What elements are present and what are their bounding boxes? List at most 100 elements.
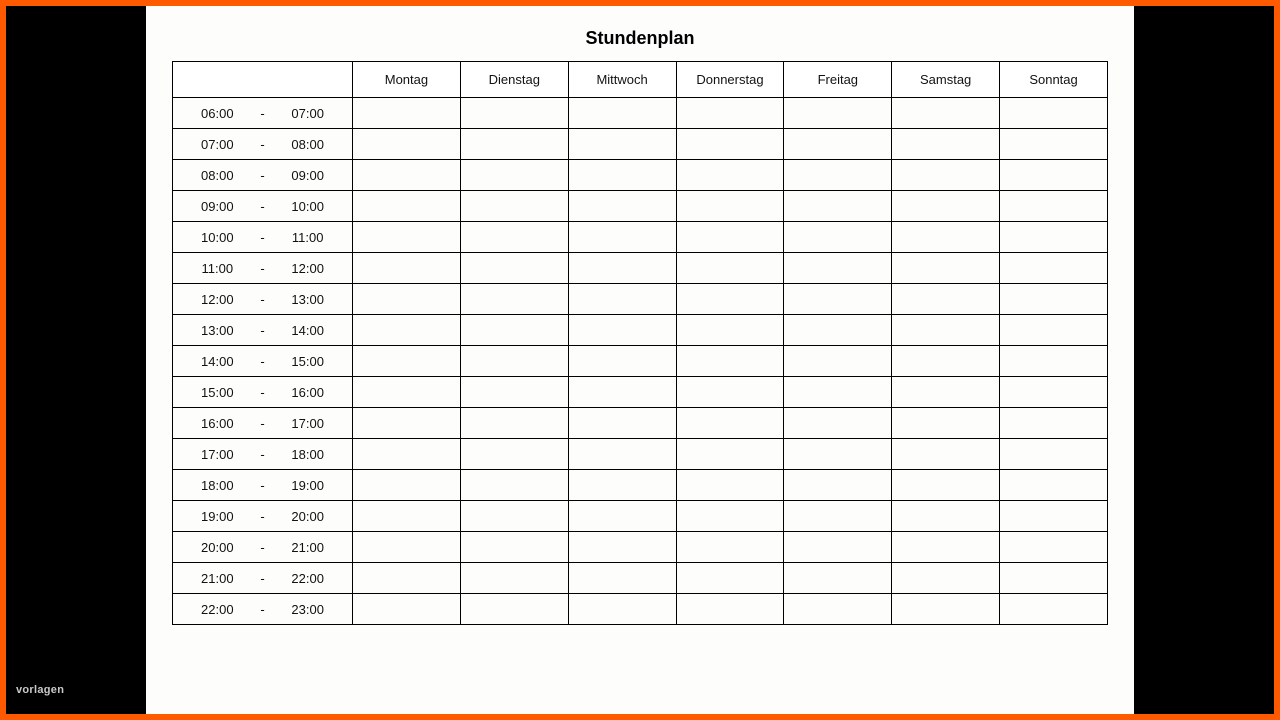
schedule-cell	[353, 594, 461, 625]
table-row: 08:00-09:00	[173, 160, 1108, 191]
table-row: 12:00-13:00	[173, 284, 1108, 315]
time-start: 09:00	[194, 199, 240, 214]
schedule-cell	[784, 346, 892, 377]
outer-frame: vorlagen Stundenplan Montag Dienstag Mit…	[0, 0, 1280, 720]
schedule-cell	[676, 253, 784, 284]
schedule-cell	[568, 532, 676, 563]
schedule-cell	[784, 315, 892, 346]
schedule-cell	[892, 284, 1000, 315]
time-separator: -	[260, 137, 264, 152]
day-header: Sonntag	[1000, 62, 1108, 98]
time-separator: -	[260, 230, 264, 245]
time-slot-cell: 20:00-21:00	[173, 532, 353, 563]
schedule-cell	[460, 253, 568, 284]
timetable: Montag Dienstag Mittwoch Donnerstag Frei…	[172, 61, 1108, 625]
time-slot-cell: 06:00-07:00	[173, 98, 353, 129]
table-row: 16:00-17:00	[173, 408, 1108, 439]
schedule-cell	[568, 377, 676, 408]
time-slot-cell: 15:00-16:00	[173, 377, 353, 408]
time-slot-cell: 07:00-08:00	[173, 129, 353, 160]
schedule-cell	[784, 284, 892, 315]
table-row: 11:00-12:00	[173, 253, 1108, 284]
schedule-cell	[460, 501, 568, 532]
table-row: 10:00-11:00	[173, 222, 1108, 253]
time-separator: -	[260, 323, 264, 338]
time-start: 07:00	[194, 137, 240, 152]
schedule-cell	[460, 129, 568, 160]
schedule-cell	[892, 98, 1000, 129]
schedule-cell	[784, 191, 892, 222]
time-separator: -	[260, 416, 264, 431]
schedule-cell	[460, 594, 568, 625]
watermark-text: vorlagen	[16, 684, 64, 696]
time-separator: -	[260, 602, 264, 617]
schedule-cell	[460, 191, 568, 222]
schedule-cell	[1000, 253, 1108, 284]
right-black-margin	[1134, 6, 1274, 714]
day-header: Donnerstag	[676, 62, 784, 98]
schedule-cell	[676, 594, 784, 625]
table-row: 09:00-10:00	[173, 191, 1108, 222]
schedule-cell	[353, 501, 461, 532]
time-start: 13:00	[194, 323, 240, 338]
time-end: 11:00	[285, 230, 331, 245]
day-header: Montag	[353, 62, 461, 98]
time-separator: -	[260, 447, 264, 462]
time-end: 20:00	[285, 509, 331, 524]
time-slot-cell: 13:00-14:00	[173, 315, 353, 346]
schedule-cell	[568, 439, 676, 470]
time-slot-cell: 10:00-11:00	[173, 222, 353, 253]
schedule-cell	[676, 222, 784, 253]
schedule-cell	[353, 439, 461, 470]
schedule-cell	[784, 501, 892, 532]
schedule-cell	[892, 408, 1000, 439]
time-separator: -	[260, 540, 264, 555]
schedule-cell	[353, 129, 461, 160]
time-slot-cell: 16:00-17:00	[173, 408, 353, 439]
time-start: 11:00	[194, 261, 240, 276]
schedule-cell	[676, 315, 784, 346]
day-header: Freitag	[784, 62, 892, 98]
time-start: 06:00	[194, 106, 240, 121]
schedule-cell	[784, 439, 892, 470]
schedule-cell	[892, 470, 1000, 501]
schedule-cell	[1000, 98, 1108, 129]
time-end: 13:00	[285, 292, 331, 307]
time-start: 22:00	[194, 602, 240, 617]
schedule-cell	[676, 129, 784, 160]
schedule-cell	[460, 98, 568, 129]
table-row: 13:00-14:00	[173, 315, 1108, 346]
schedule-cell	[1000, 408, 1108, 439]
schedule-cell	[1000, 346, 1108, 377]
schedule-cell	[892, 439, 1000, 470]
schedule-cell	[784, 470, 892, 501]
schedule-cell	[784, 160, 892, 191]
schedule-cell	[892, 501, 1000, 532]
schedule-cell	[892, 315, 1000, 346]
schedule-cell	[892, 222, 1000, 253]
time-end: 15:00	[285, 354, 331, 369]
schedule-cell	[353, 377, 461, 408]
schedule-cell	[892, 191, 1000, 222]
table-row: 20:00-21:00	[173, 532, 1108, 563]
schedule-cell	[353, 408, 461, 439]
schedule-cell	[1000, 315, 1108, 346]
schedule-cell	[353, 253, 461, 284]
time-slot-cell: 09:00-10:00	[173, 191, 353, 222]
table-row: 18:00-19:00	[173, 470, 1108, 501]
time-end: 22:00	[285, 571, 331, 586]
day-header: Samstag	[892, 62, 1000, 98]
schedule-cell	[460, 315, 568, 346]
schedule-cell	[353, 315, 461, 346]
time-separator: -	[260, 509, 264, 524]
schedule-cell	[1000, 284, 1108, 315]
table-row: 15:00-16:00	[173, 377, 1108, 408]
schedule-cell	[784, 129, 892, 160]
time-start: 12:00	[194, 292, 240, 307]
time-slot-cell: 18:00-19:00	[173, 470, 353, 501]
schedule-cell	[460, 439, 568, 470]
schedule-cell	[460, 470, 568, 501]
schedule-cell	[784, 98, 892, 129]
time-end: 07:00	[285, 106, 331, 121]
time-slot-cell: 11:00-12:00	[173, 253, 353, 284]
